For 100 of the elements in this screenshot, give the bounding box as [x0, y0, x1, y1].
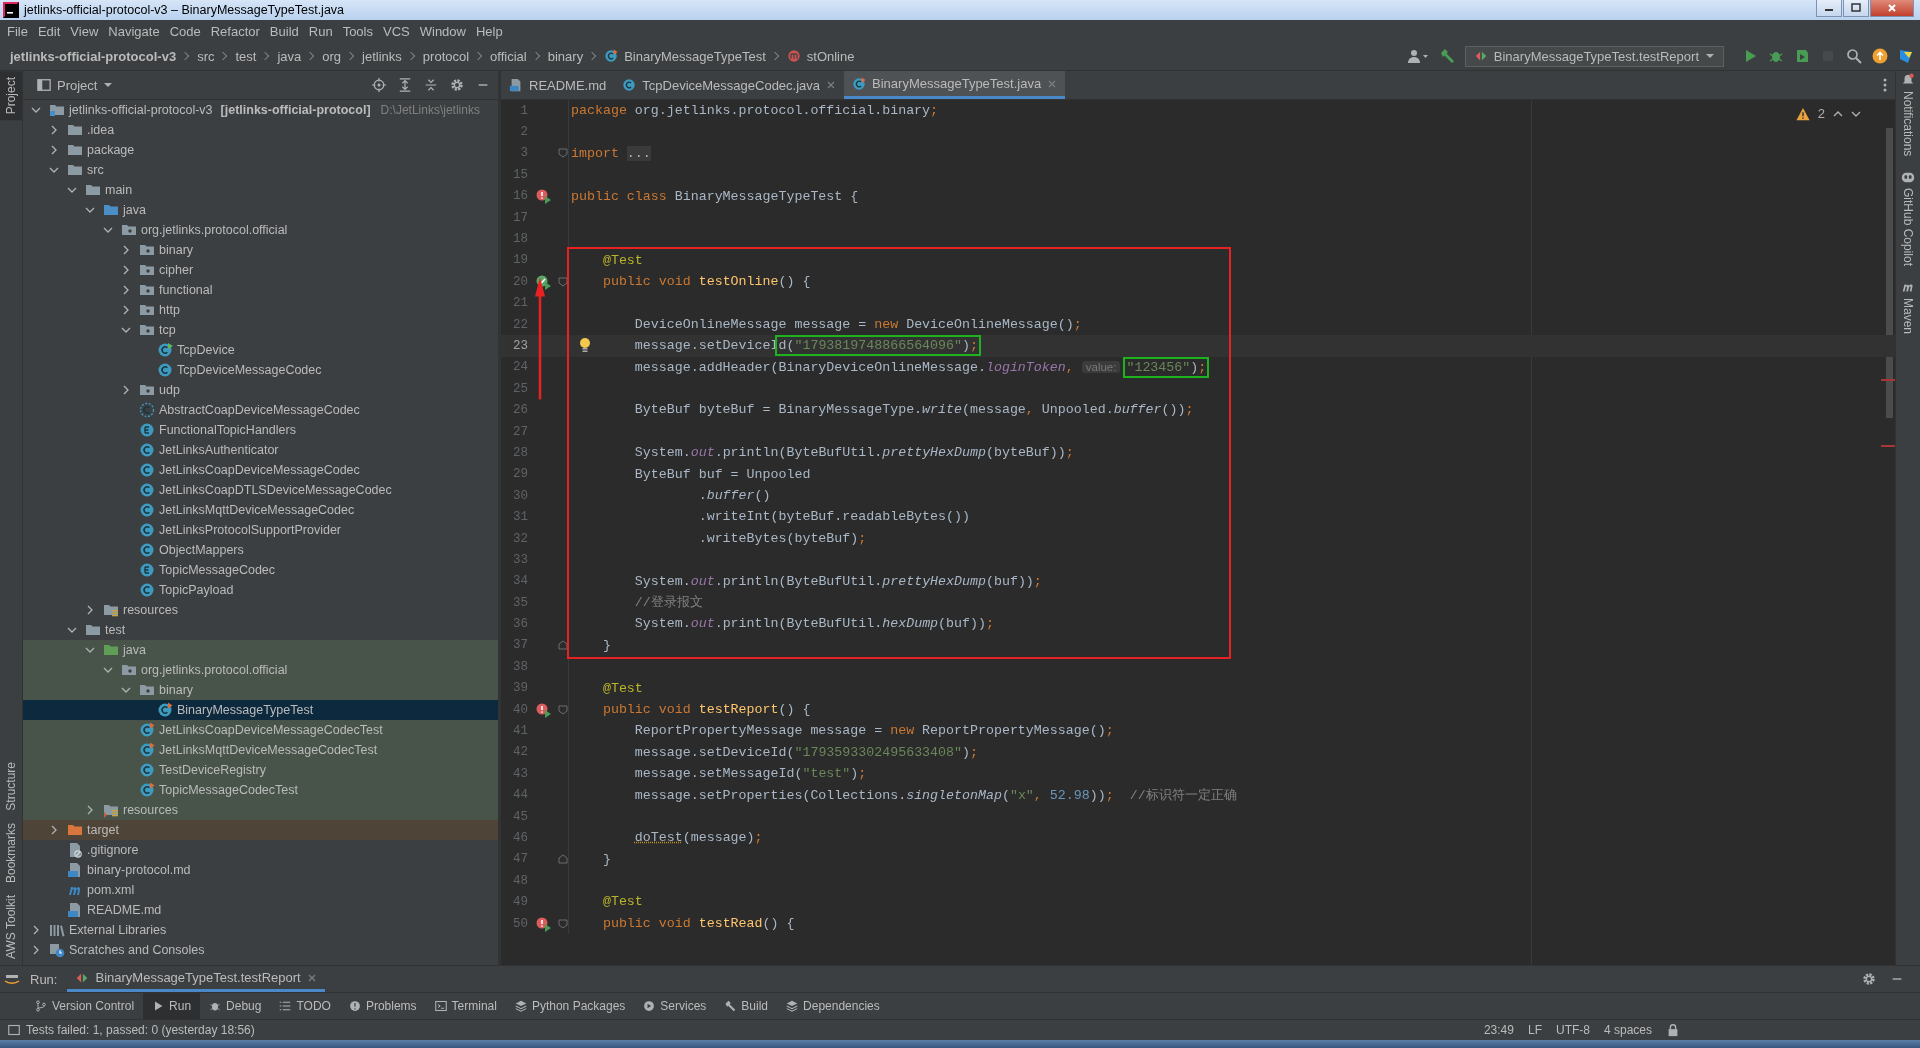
tool-tab[interactable]: Dependencies	[777, 993, 889, 1019]
tree-item[interactable]: org.jetlinks.protocol.official	[23, 220, 498, 240]
tree-item[interactable]: main	[23, 180, 498, 200]
tree-item[interactable]: TopicMessageCodec	[23, 560, 498, 580]
tree-item[interactable]: binary	[23, 240, 498, 260]
update-icon[interactable]	[1872, 48, 1888, 64]
breadcrumb[interactable]: stOnline	[806, 48, 855, 64]
tool-window-button[interactable]: Bookmarks	[0, 816, 22, 889]
tree-item[interactable]: package	[23, 140, 498, 160]
lock-icon[interactable]	[1666, 1023, 1680, 1037]
plugin-icon[interactable]	[1898, 48, 1914, 64]
tree-item[interactable]: ObjectMappers	[23, 540, 498, 560]
tree-item[interactable]: binary	[23, 680, 498, 700]
tree-item[interactable]: .gitignore	[23, 840, 498, 860]
breadcrumb[interactable]: java	[277, 48, 302, 64]
menu-item[interactable]: Tools	[337, 23, 378, 39]
tool-tab[interactable]: Version Control	[26, 993, 144, 1019]
tree-item[interactable]: .idea	[23, 120, 498, 140]
status-item[interactable]: LF	[1527, 1023, 1542, 1037]
tree-item[interactable]: JetLinksMqttDeviceMessageCodec	[23, 500, 498, 520]
tree-item[interactable]: tcp	[23, 320, 498, 340]
tool-tab[interactable]: Terminal	[425, 993, 506, 1019]
tree-item[interactable]: udp	[23, 380, 498, 400]
tree-item[interactable]: src	[23, 160, 498, 180]
tree-item[interactable]: pom.xml	[23, 880, 498, 900]
status-item[interactable]: 23:49	[1483, 1023, 1514, 1037]
fold-end-icon[interactable]	[558, 854, 568, 865]
breadcrumb[interactable]: jetlinks-official-protocol-v3	[10, 48, 177, 64]
tree-item[interactable]: BinaryMessageTypeTest	[23, 700, 498, 720]
settings-icon[interactable]	[450, 78, 464, 92]
tree-item[interactable]: JetLinksCoapDeviceMessageCodec	[23, 460, 498, 480]
menu-item[interactable]: Edit	[32, 23, 66, 39]
menu-item[interactable]: Help	[470, 23, 508, 39]
fold-icon[interactable]	[558, 918, 568, 929]
tool-tab[interactable]: TODO	[270, 993, 340, 1019]
status-item[interactable]: UTF-8	[1555, 1023, 1590, 1037]
editor-tab[interactable]: README.md	[501, 71, 615, 99]
tool-tab[interactable]: Run	[143, 993, 201, 1019]
tool-tab[interactable]: Build	[715, 993, 778, 1019]
fold-icon[interactable]	[558, 276, 568, 287]
menu-item[interactable]: Run	[303, 23, 338, 39]
tool-window-button[interactable]: Notifications	[1896, 73, 1920, 157]
tree-item[interactable]: test	[23, 620, 498, 640]
settings-icon[interactable]	[1862, 972, 1876, 986]
fold-icon[interactable]	[558, 704, 568, 715]
breadcrumb[interactable]: BinaryMessageTypeTest	[624, 48, 766, 64]
collapse-all-icon[interactable]	[424, 78, 438, 92]
build-icon[interactable]	[1438, 48, 1455, 64]
run-configuration-dropdown[interactable]: BinaryMessageTypeTest.testReport	[1464, 45, 1724, 67]
tree-item[interactable]: java	[23, 200, 498, 220]
caret-icon[interactable]	[103, 80, 114, 90]
test-failed-icon[interactable]	[535, 188, 551, 205]
tree-item[interactable]: JetLinksMqttDeviceMessageCodecTest	[23, 740, 498, 760]
scrollbar[interactable]	[1886, 128, 1893, 418]
menu-item[interactable]: Code	[164, 23, 206, 39]
close-icon[interactable]	[306, 972, 317, 983]
editor-tab[interactable]: TcpDeviceMessageCodec.java	[614, 71, 845, 99]
expand-all-icon[interactable]	[398, 78, 412, 92]
coverage-icon[interactable]	[1794, 48, 1810, 64]
search-icon[interactable]	[1846, 48, 1862, 64]
tree-item[interactable]: JetLinksCoapDeviceMessageCodecTest	[23, 720, 498, 740]
menu-item[interactable]: File	[2, 23, 33, 39]
tree-item[interactable]: TestDeviceRegistry	[23, 760, 498, 780]
tree-item[interactable]: target	[23, 820, 498, 840]
tree-item[interactable]: TopicMessageCodecTest	[23, 780, 498, 800]
tool-tab[interactable]: Services	[634, 993, 716, 1019]
menu-item[interactable]: Build	[264, 23, 304, 39]
menu-item[interactable]: Refactor	[205, 23, 265, 39]
tool-window-button[interactable]: Project	[0, 71, 22, 121]
test-failed-icon[interactable]	[535, 701, 551, 718]
tool-tab[interactable]: Debug	[200, 993, 271, 1019]
breadcrumb[interactable]: jetlinks	[362, 48, 402, 64]
tree-item[interactable]: java	[23, 640, 498, 660]
tree-item[interactable]: cipher	[23, 260, 498, 280]
test-failed-icon[interactable]	[535, 915, 551, 932]
tool-window-button[interactable]: Structure	[0, 756, 22, 817]
tree-item[interactable]: README.md	[23, 900, 498, 920]
tree-item[interactable]: JetLinksAuthenticator	[23, 440, 498, 460]
tool-window-button[interactable]: GitHub Copilot	[1896, 170, 1920, 267]
warning-icon[interactable]	[1795, 106, 1810, 121]
menu-item[interactable]: View	[65, 23, 104, 39]
aws-icon[interactable]	[4, 974, 20, 984]
tree-item[interactable]: Scratches and Consoles	[23, 940, 498, 960]
tool-tab[interactable]: Python Packages	[505, 993, 635, 1019]
tree-item[interactable]: TcpDeviceMessageCodec	[23, 360, 498, 380]
status-icon[interactable]	[8, 1024, 20, 1036]
tree-item[interactable]: jetlinks-official-protocol-v3 [jetlinks-official-protocol] D:\JetLinks\jetlinks	[23, 100, 498, 120]
lightbulb-icon[interactable]	[579, 337, 591, 354]
breadcrumb[interactable]: protocol	[422, 48, 470, 64]
more-icon[interactable]	[1883, 77, 1887, 93]
maximize-button[interactable]	[1843, 0, 1869, 17]
tree-item[interactable]: JetLinksProtocolSupportProvider	[23, 520, 498, 540]
menu-item[interactable]: Window	[414, 23, 471, 39]
locate-icon[interactable]	[372, 78, 386, 92]
tool-window-button[interactable]: Maven	[1896, 280, 1920, 335]
close-icon[interactable]	[826, 80, 837, 90]
breadcrumb[interactable]: test	[235, 48, 257, 64]
tree-item[interactable]: http	[23, 300, 498, 320]
breadcrumb[interactable]: org	[322, 48, 342, 64]
panel-title[interactable]: Project	[57, 77, 98, 93]
